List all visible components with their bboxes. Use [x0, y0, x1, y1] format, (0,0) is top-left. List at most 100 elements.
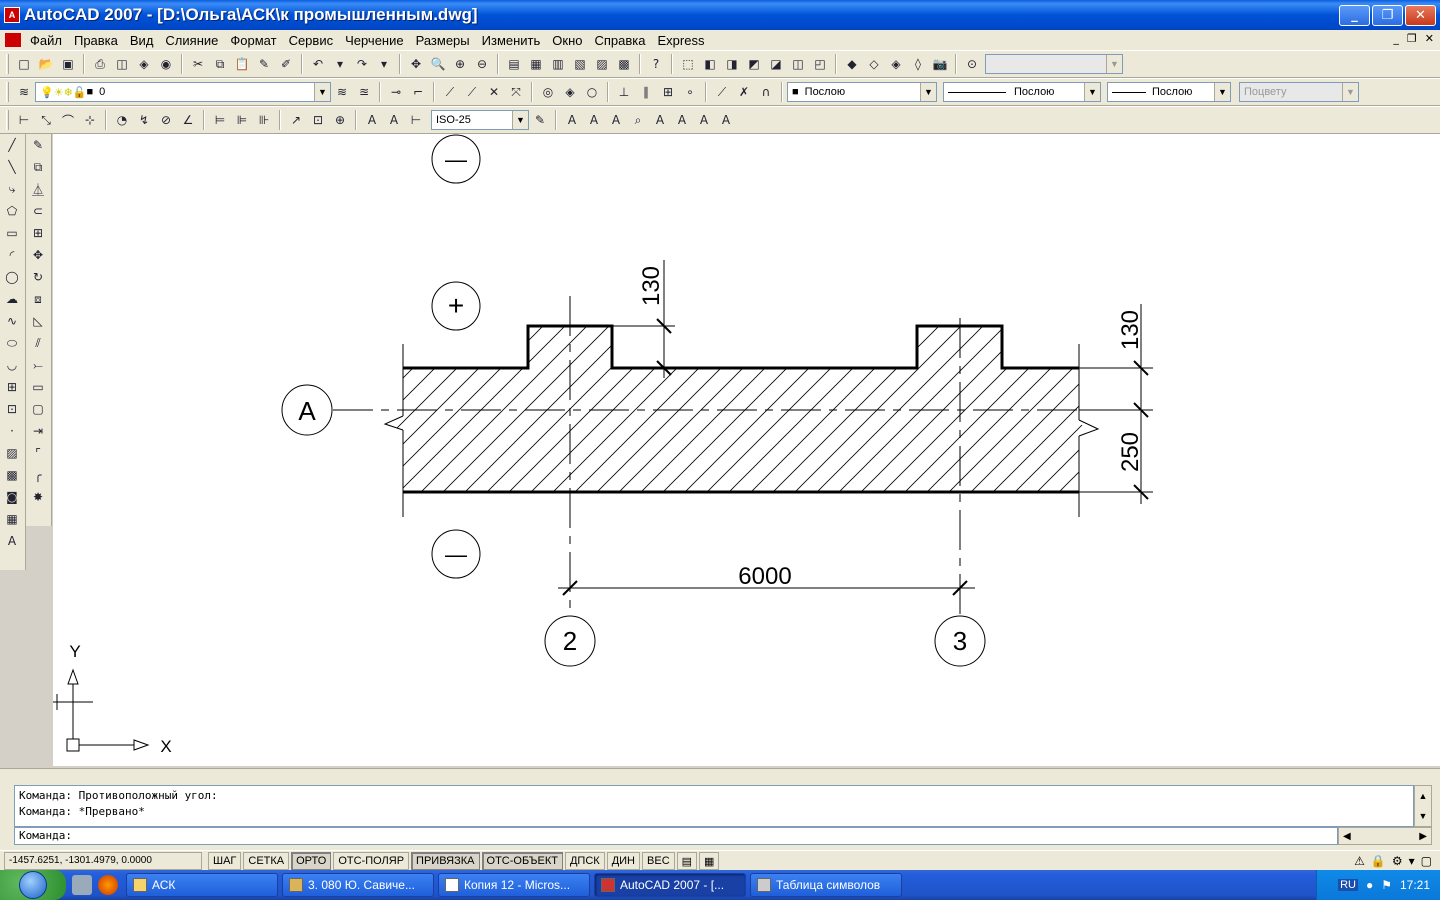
trim-icon[interactable]: ⫽ [26, 332, 50, 354]
text-style-icon[interactable]: A [671, 109, 693, 131]
explode-icon[interactable]: ✸ [26, 486, 50, 508]
snap-center-icon[interactable]: ◎ [537, 81, 559, 103]
autocad-app-icon[interactable]: A [4, 7, 20, 23]
ellipse-icon[interactable]: ⬭ [0, 332, 24, 354]
task-charmap[interactable]: Таблица символов [750, 873, 902, 897]
snap-parallel-icon[interactable]: ∥ [635, 81, 657, 103]
snap-extension-icon[interactable]: ⤧ [505, 81, 527, 103]
task-savichev[interactable]: 3. 080 Ю. Савиче... [282, 873, 434, 897]
polyline-icon[interactable]: ⤷ [0, 178, 24, 200]
dim-angular-icon[interactable]: ∠ [177, 109, 199, 131]
dtext-icon[interactable]: A [583, 109, 605, 131]
mirror-icon[interactable]: ⏅ [26, 178, 50, 200]
close-button[interactable]: ✕ [1405, 5, 1436, 26]
arc-icon[interactable]: ◜ [0, 244, 24, 266]
quick-dim-icon[interactable]: ⊨ [209, 109, 231, 131]
menu-window[interactable]: Окно [546, 33, 588, 48]
maximize-button[interactable]: ❐ [1372, 5, 1403, 26]
dim-linear-icon[interactable]: ⊢ [13, 109, 35, 131]
join-icon[interactable]: ⇥ [26, 420, 50, 442]
gradient-icon[interactable]: ▩ [0, 464, 24, 486]
snap-apparent-icon[interactable]: ✕ [483, 81, 505, 103]
command-input[interactable]: Команда: [14, 827, 1338, 845]
line-icon[interactable]: ╱ [0, 134, 24, 156]
array-icon[interactable]: ⊞ [26, 222, 50, 244]
snap-insert-icon[interactable]: ⊞ [657, 81, 679, 103]
mtext-icon[interactable]: A [561, 109, 583, 131]
save-icon[interactable]: ▣ [57, 53, 79, 75]
layer-manager-icon[interactable]: ≋ [13, 81, 35, 103]
copy-object-icon[interactable]: ⧉ [26, 156, 50, 178]
multiline-text-icon[interactable]: A [0, 530, 24, 552]
table-icon[interactable]: ▦ [0, 508, 24, 530]
view-top-icon[interactable]: ◧ [699, 53, 721, 75]
language-indicator[interactable]: RU [1338, 879, 1358, 891]
snap-intersection-icon[interactable]: ⟋ [461, 81, 483, 103]
command-vscroll[interactable]: ▲ ▼ [1414, 785, 1432, 827]
fillet-icon[interactable]: ╭ [26, 464, 50, 486]
hatch-icon[interactable]: ▨ [0, 442, 24, 464]
view-front-icon[interactable]: ◫ [787, 53, 809, 75]
iso-se-icon[interactable]: ◇ [863, 53, 885, 75]
undo-dropdown-icon[interactable]: ▾ [329, 53, 351, 75]
redo-dropdown-icon[interactable]: ▾ [373, 53, 395, 75]
move-icon[interactable]: ✥ [26, 244, 50, 266]
copy-icon[interactable]: ⧉ [209, 53, 231, 75]
dim-style-icon[interactable]: ✎ [529, 109, 551, 131]
camera-icon[interactable]: 📷 [929, 53, 951, 75]
construction-line-icon[interactable]: ╲ [0, 156, 24, 178]
model-toggle-icon[interactable]: ▤ [676, 851, 698, 870]
dim-jogged-icon[interactable]: ↯ [133, 109, 155, 131]
offset-icon[interactable]: ⊂ [26, 200, 50, 222]
task-ask[interactable]: АСК [126, 873, 278, 897]
toolpalettes-icon[interactable]: ▥ [547, 53, 569, 75]
make-current-layer-icon[interactable]: ≋ [331, 81, 353, 103]
erase-icon[interactable]: ✎ [26, 134, 50, 156]
snap-midpoint-icon[interactable]: ⟋ [439, 81, 461, 103]
snap-tracking-icon[interactable]: ⌐ [407, 81, 429, 103]
scale-icon[interactable]: ⧈ [26, 288, 50, 310]
polygon-icon[interactable]: ⬠ [0, 200, 24, 222]
spell-icon[interactable]: A [649, 109, 671, 131]
redo-icon[interactable]: ↷ [351, 53, 373, 75]
break-icon[interactable]: ▢ [26, 398, 50, 420]
comm-center-icon[interactable]: ⚠ [1354, 854, 1365, 868]
polar-toggle[interactable]: ОТС-ПОЛЯР [333, 851, 410, 870]
open-icon[interactable]: 📂 [35, 53, 57, 75]
calculator-icon[interactable]: ▩ [613, 53, 635, 75]
dim-arc-icon[interactable]: ⌒ [57, 109, 79, 131]
status-menu-icon[interactable]: ▾ [1409, 854, 1415, 868]
menu-express[interactable]: Express [652, 33, 711, 48]
circle-icon[interactable]: ◯ [0, 266, 24, 288]
paste-icon[interactable]: 📋 [231, 53, 253, 75]
status-tray-icon[interactable]: ⚙ [1392, 854, 1403, 868]
snap-node-icon[interactable]: ∘ [679, 81, 701, 103]
lwt-toggle[interactable]: ВЕС [642, 851, 675, 870]
clock[interactable]: 17:21 [1400, 878, 1430, 892]
sheetset-icon[interactable]: ▧ [569, 53, 591, 75]
color-combo[interactable]: ■ Послою ▼ [787, 82, 937, 102]
spline-icon[interactable]: ∿ [0, 310, 24, 332]
doc-close-icon[interactable]: ✕ [1425, 32, 1434, 45]
drawing-canvas[interactable]: A 2 3 — + — 130 130 250 6000 Y X [53, 134, 1440, 766]
quicklaunch-browser-icon[interactable] [98, 875, 118, 895]
toolbar-lock-icon[interactable]: 🔒 [1371, 854, 1386, 868]
menu-draw[interactable]: Черчение [339, 33, 410, 48]
tray-network-icon[interactable]: ● [1366, 878, 1373, 892]
dim-baseline-icon[interactable]: ⊫ [231, 109, 253, 131]
region-icon[interactable]: ◙ [0, 486, 24, 508]
break-point-icon[interactable]: ▭ [26, 376, 50, 398]
tray-flag-icon[interactable]: ⚑ [1381, 878, 1392, 892]
rotate-icon[interactable]: ↻ [26, 266, 50, 288]
command-hscroll[interactable]: ◀ ▶ [1338, 827, 1432, 845]
menu-help[interactable]: Справка [589, 33, 652, 48]
menu-edit[interactable]: Правка [68, 33, 124, 48]
justify-text-icon[interactable]: A [715, 109, 737, 131]
dim-aligned-icon[interactable]: ⤡ [35, 109, 57, 131]
designcenter-icon[interactable]: ▦ [525, 53, 547, 75]
minimize-button[interactable]: _ [1339, 5, 1370, 26]
menu-file[interactable]: Файл [24, 33, 68, 48]
workspace-icon[interactable]: ⊙ [961, 53, 983, 75]
plotstyle-combo[interactable]: Поцвету ▼ [1239, 82, 1359, 102]
ortho-toggle[interactable]: ОРТО [291, 851, 332, 870]
